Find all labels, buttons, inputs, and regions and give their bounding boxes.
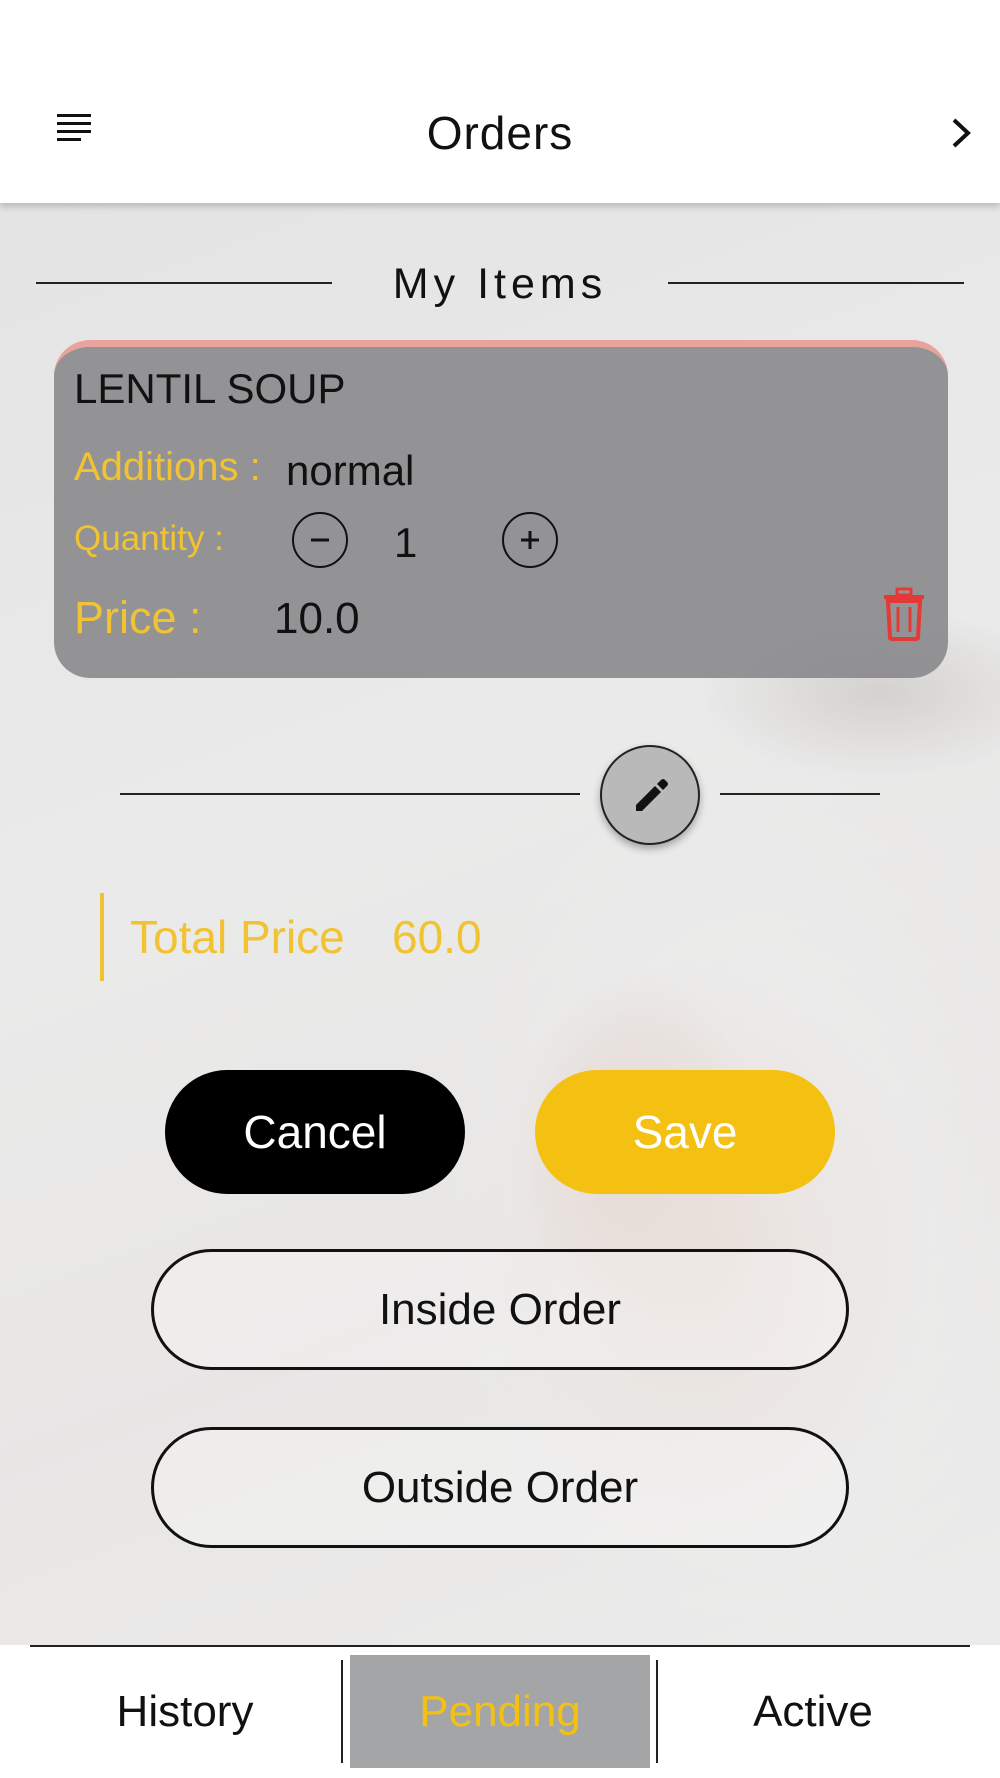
bottom-navigation: History Pending Active	[0, 1645, 1000, 1778]
section-title: My Items	[392, 260, 608, 308]
price-value: 10.0	[274, 594, 360, 643]
page-title: Orders	[426, 107, 574, 159]
quantity-label: Quantity :	[74, 519, 224, 558]
tab-pending[interactable]: Pending	[350, 1655, 650, 1768]
minus-icon	[311, 538, 329, 542]
divider-line	[720, 793, 880, 795]
outside-order-button[interactable]: Outside Order	[151, 1427, 849, 1548]
total-price-label: Total Price	[130, 911, 345, 963]
total-price-value: 60.0	[392, 911, 482, 963]
plus-icon	[521, 531, 539, 549]
item-name: LENTIL SOUP	[74, 365, 346, 412]
app-bar: Orders	[0, 70, 1000, 203]
save-button[interactable]: Save	[535, 1070, 835, 1194]
increase-quantity-button[interactable]	[502, 512, 558, 568]
divider-line	[120, 793, 580, 795]
divider-line	[668, 282, 964, 284]
order-item-card: LENTIL SOUP Additions : normal Quantity …	[54, 340, 948, 678]
tab-separator	[656, 1660, 658, 1763]
tab-history[interactable]: History	[40, 1655, 330, 1768]
divider-line	[30, 1645, 970, 1647]
price-label: Price :	[74, 592, 202, 643]
pencil-icon	[636, 779, 668, 811]
decrease-quantity-button[interactable]	[292, 512, 348, 568]
chevron-right-icon[interactable]	[940, 108, 980, 158]
additions-label: Additions :	[74, 445, 261, 489]
total-accent-bar	[100, 893, 104, 981]
tab-separator	[341, 1660, 343, 1763]
section-header: My Items	[0, 258, 1000, 308]
inside-order-button[interactable]: Inside Order	[151, 1249, 849, 1370]
quantity-value: 1	[394, 519, 418, 566]
delete-icon[interactable]	[882, 587, 926, 641]
additions-value: normal	[286, 447, 415, 494]
edit-divider	[0, 745, 1000, 845]
status-bar	[0, 0, 1000, 70]
edit-button[interactable]	[600, 745, 700, 845]
tab-active[interactable]: Active	[668, 1655, 958, 1768]
cancel-button[interactable]: Cancel	[165, 1070, 465, 1194]
